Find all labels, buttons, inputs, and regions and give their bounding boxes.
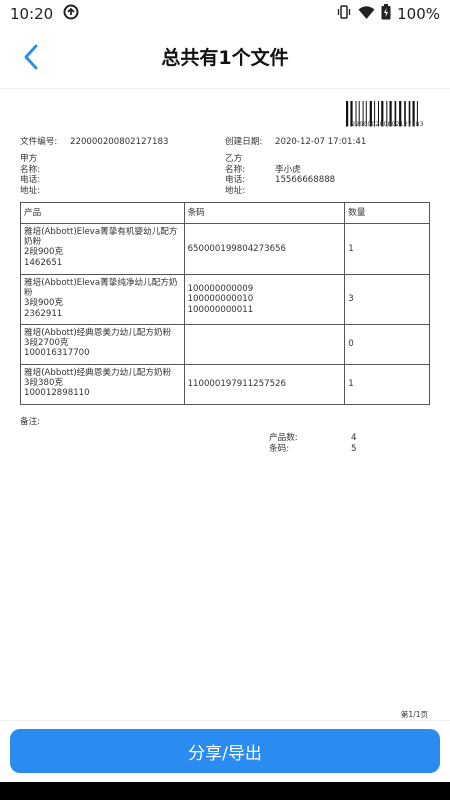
table-row: 雅培(Abbott)经典恩美力幼儿配方奶粉 3段2700克 1000163177… [20,324,430,365]
header-product: 产品 [20,202,185,224]
barcode-line: 100000000011 [187,304,254,315]
page-number: 第1/1页 [400,710,428,719]
product-line: 雅培(Abbott)Eleva菁挚有机婴幼儿配方 [24,227,178,237]
barcode-cell [183,324,346,365]
barcode-line: 100000000009 [187,284,254,295]
product-line: 100012898110 [24,388,90,399]
table-header-row: 产品 条码 数量 [20,202,430,224]
page-title: 总共有1个文件 [161,46,289,69]
wifi-icon [358,5,375,24]
table-row: 雅培(Abbott)经典恩美力幼儿配方奶粉 3段380克 10001289811… [20,364,430,405]
back-arrow-icon [24,44,38,70]
quantity-cell: 1 [344,223,430,275]
party-b: 乙方 名称: 李小虎 电话: 15566668888 地址: [225,154,425,196]
items-table: 产品 条码 数量 雅培(Abbott)Eleva菁挚有机婴幼儿配方 奶粉 2段9… [20,202,430,405]
doc-number-row: 文件编号: 220000200802127183 [20,135,168,147]
barcode-line: 100000000010 [187,294,254,305]
system-nav-bar [0,782,450,800]
battery-icon [381,4,391,24]
product-line: 2段900克 [24,247,64,258]
barcode-count-value: 5 [351,443,357,454]
product-cell: 雅培(Abbott)Eleva菁挚纯净幼儿配方奶 粉 3段900克 236291… [20,274,185,325]
barcode-count-label: 条码: [269,443,290,454]
status-right: 100% [336,4,440,24]
product-count-label: 产品数: [269,433,298,443]
barcode-line: 650000199804273656 [187,243,286,254]
sync-status-icon [63,4,79,24]
document-preview[interactable]: 220000200802127183 文件编号: 220000200802127… [0,88,450,720]
party-a-phone-label: 电话: [20,175,41,185]
party-a: 甲方 名称: 电话: 地址: [20,154,200,196]
party-b-address-label: 地址: [225,185,246,196]
back-button[interactable] [14,40,48,74]
product-line: 3段380克 [24,378,64,389]
product-line: 3段900克 [24,298,64,309]
product-count-value: 4 [351,433,357,443]
product-cell: 雅培(Abbott)经典恩美力幼儿配方奶粉 3段2700克 1000163177… [20,324,185,365]
quantity-cell: 3 [344,274,430,325]
product-line: 雅培(Abbott)经典恩美力幼儿配方奶粉 [24,328,172,338]
party-b-name-label: 名称: [225,164,246,175]
party-b-title: 乙方 [225,154,243,164]
quantity-cell: 1 [344,364,430,405]
created-date-value: 2020-12-07 17:01:41 [275,137,367,147]
product-line: 雅培(Abbott)经典恩美力幼儿配方奶粉 [24,368,172,378]
created-date-row: 创建日期: 2020-12-07 17:01:41 [225,135,366,147]
quantity-cell: 0 [344,324,430,365]
party-b-phone: 15566668888 [275,175,336,185]
status-time: 10:20 [10,5,54,23]
product-line: 雅培(Abbott)Eleva菁挚纯净幼儿配方奶 [24,278,178,288]
table-row: 雅培(Abbott)Eleva菁挚有机婴幼儿配方 奶粉 2段900克 14626… [20,223,430,275]
product-line: 3段2700克 [24,338,69,349]
product-line: 1462651 [24,257,63,268]
barcode-cell: 110000197911257526 [183,364,346,405]
remark-label: 备注: [20,417,41,427]
status-bar: 10:20 100% [0,0,450,28]
header-barcode: 条码 [183,202,346,224]
party-a-name-label: 名称: [20,164,41,175]
barcode-cell: 100000000009 100000000010 100000000011 [183,274,346,325]
summary-barcode-count-row: 条码: 5 [269,444,356,455]
battery-percent: 100% [397,5,440,23]
table-row: 雅培(Abbott)Eleva菁挚纯净幼儿配方奶 粉 3段900克 236291… [20,274,430,325]
barcode-line: 110000197911257526 [187,379,286,390]
product-cell: 雅培(Abbott)经典恩美力幼儿配方奶粉 3段380克 10001289811… [20,364,185,405]
created-date-label: 创建日期: [225,137,263,147]
product-line: 100016317700 [24,348,90,359]
doc-number-value: 220000200802127183 [70,137,169,147]
doc-number-label: 文件编号: [20,137,58,147]
product-line: 2362911 [24,308,63,319]
footer-area: 分享/导出 [0,720,450,782]
party-a-address-label: 地址: [20,185,41,196]
app-header: 总共有1个文件 [0,34,450,78]
barcode-cell: 650000199804273656 [183,223,346,275]
barcode-number: 220000200802127183 [351,121,424,128]
vibrate-icon [336,4,352,24]
party-a-title: 甲方 [20,154,38,164]
party-b-phone-label: 电话: [225,175,246,185]
party-b-name: 李小虎 [275,164,301,175]
product-line: 粉 [24,288,33,299]
summary: 产品数: 4 条码: 5 [269,433,356,454]
product-line: 奶粉 [24,237,42,248]
product-cell: 雅培(Abbott)Eleva菁挚有机婴幼儿配方 奶粉 2段900克 14626… [20,223,185,275]
header-quantity: 数量 [344,202,430,224]
summary-product-count-row: 产品数: 4 [269,433,356,444]
share-export-button[interactable]: 分享/导出 [10,729,440,773]
